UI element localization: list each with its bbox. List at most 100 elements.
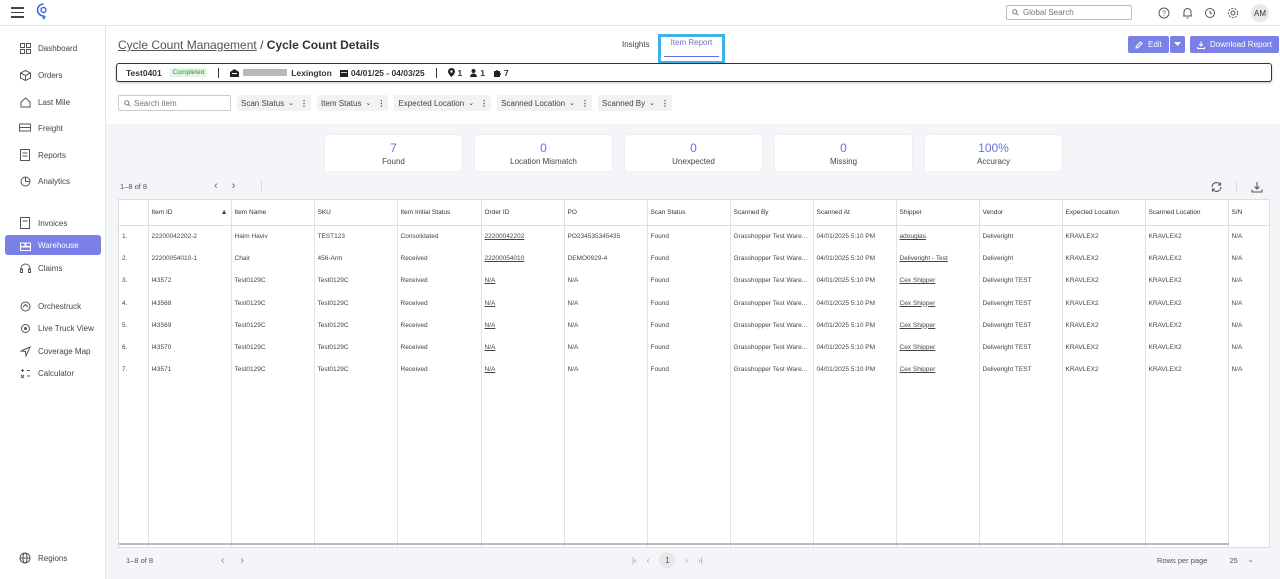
column-header[interactable]: Scanned At (813, 200, 897, 226)
sidebar-item-orchestruck[interactable]: Orchestruck (5, 296, 101, 316)
column-header[interactable]: Item Initial Status (397, 200, 482, 226)
menu-icon[interactable] (11, 7, 24, 18)
help-icon[interactable]: ? (1157, 6, 1171, 20)
history-icon[interactable] (1203, 6, 1217, 20)
table-row[interactable]: 5. I43569 Test0129C Test0129C Received N/A N/A… (119, 314, 1269, 337)
table-cell[interactable]: Deliveright - Test (896, 247, 980, 270)
more-vert-icon[interactable]: ⋮ (661, 99, 669, 108)
sidebar-item-regions[interactable]: Regions (5, 548, 101, 568)
chevron-right-icon[interactable]: › (232, 180, 236, 192)
table-row[interactable]: 4. I43568 Test0129C Test0129C Received N/A N/A… (119, 291, 1269, 315)
search-item-input[interactable] (134, 98, 224, 108)
column-header[interactable]: S/N (1228, 200, 1269, 226)
table-cell: Found (647, 247, 731, 270)
edit-button[interactable]: Edit (1128, 36, 1169, 53)
chevron-down-icon[interactable]: ⌄ (1248, 556, 1254, 564)
column-header[interactable]: Scanned By (730, 200, 814, 226)
table-cell[interactable]: N/A (481, 291, 565, 315)
sidebar-item-calculator[interactable]: Calculator (5, 363, 101, 383)
more-vert-icon[interactable]: ⋮ (480, 99, 488, 108)
table-cell: KRAVLEX2 (1062, 336, 1146, 359)
column-header[interactable]: Order ID (481, 200, 565, 226)
last-page-icon[interactable]: ›| (698, 556, 703, 565)
global-search-input[interactable] (1023, 8, 1123, 17)
more-vert-icon[interactable]: ⋮ (300, 99, 308, 108)
table-cell[interactable]: Cex Shipper (896, 314, 980, 337)
bell-icon[interactable] (1180, 6, 1194, 20)
sidebar-item-freight[interactable]: Freight (5, 118, 101, 138)
sidebar-item-dashboard[interactable]: Dashboard (5, 38, 101, 58)
column-header[interactable]: Scan Status (647, 200, 731, 226)
table-cell[interactable]: Cex Shipper (896, 336, 980, 359)
global-search[interactable] (1006, 5, 1132, 20)
edit-dropdown-button[interactable] (1169, 36, 1185, 53)
sidebar-item-last-mile[interactable]: Last Mile (5, 92, 101, 112)
breadcrumb-link-cycle-count-management[interactable]: Cycle Count Management (118, 38, 257, 52)
first-page-icon[interactable]: |‹ (632, 556, 637, 565)
table-cell[interactable]: Cex Shipper (896, 291, 980, 315)
target-icon (19, 322, 31, 334)
more-vert-icon[interactable]: ⋮ (581, 99, 589, 108)
table-row[interactable]: 6. I43570 Test0129C Test0129C Received N/A N/A… (119, 336, 1269, 359)
filter-scanned-location[interactable]: Scanned Location ⌄ ⋮ (497, 95, 592, 111)
sidebar-item-claims[interactable]: Claims (5, 258, 101, 278)
sidebar-item-invoices[interactable]: Invoices (5, 213, 101, 233)
sidebar-item-coverage-map[interactable]: Coverage Map (5, 341, 101, 361)
filter-item-status[interactable]: Item Status ⌄ ⋮ (317, 95, 389, 111)
filter-scan-status[interactable]: Scan Status ⌄ ⋮ (237, 95, 312, 111)
filter-scanned-by[interactable]: Scanned By ⌄ ⋮ (598, 95, 673, 111)
table-cell[interactable]: 22200054010 (481, 247, 565, 270)
table-cell: KRAVLEX2 (1062, 291, 1146, 315)
next-page-icon[interactable]: › (685, 556, 688, 565)
sort-arrow-icon[interactable]: ▲ (221, 209, 228, 216)
chevron-left-icon[interactable]: ‹ (221, 555, 224, 566)
download-report-button[interactable]: Download Report (1190, 36, 1279, 53)
column-header[interactable]: Expected Location (1062, 200, 1146, 226)
table-cell[interactable]: N/A (481, 314, 565, 337)
column-header[interactable]: Item Name (231, 200, 315, 226)
logo[interactable] (36, 3, 51, 20)
table-cell: Found (647, 225, 731, 248)
column-header[interactable]: Scanned Location (1145, 200, 1229, 226)
table-row[interactable]: 2. 22200054010-1 Chair 456-Arm Received 22200… (119, 247, 1269, 270)
breadcrumb: Cycle Count Management / Cycle Count Det… (118, 38, 379, 52)
sidebar-item-live-truck-view[interactable]: Live Truck View (5, 318, 101, 338)
download-icon[interactable] (1251, 181, 1263, 193)
column-header[interactable]: SKU (314, 200, 398, 226)
table-cell: KRAVLEX2 (1062, 269, 1146, 292)
horizontal-scrollbar[interactable] (119, 543, 1229, 545)
table-cell[interactable]: adouglas (896, 225, 980, 248)
sidebar-item-analytics[interactable]: Analytics (5, 171, 101, 191)
table-cell[interactable]: Cex Shipper (896, 269, 980, 292)
column-header[interactable]: Vendor (979, 200, 1063, 226)
refresh-icon[interactable] (1210, 181, 1223, 193)
more-vert-icon[interactable]: ⋮ (377, 99, 385, 108)
gear-icon[interactable] (1226, 6, 1240, 20)
table-cell[interactable]: Cex Shipper (896, 358, 980, 382)
chevron-left-icon[interactable]: ‹ (214, 180, 218, 192)
sidebar-item-orders[interactable]: Orders (5, 65, 101, 85)
page-number-button[interactable]: 1 (659, 552, 676, 568)
avatar[interactable]: AM (1251, 4, 1269, 22)
column-header-item-id[interactable]: Item ID ▲ (148, 200, 232, 226)
column-header[interactable]: PO (564, 200, 648, 226)
table-row[interactable]: 1. 22200042202-2 Haim Haviv TEST123 Consolid… (119, 225, 1269, 248)
chevron-right-icon[interactable]: › (240, 555, 243, 566)
rows-per-page-select[interactable]: 25 (1229, 556, 1237, 565)
table-row[interactable]: 3. I43572 Test0129C Test0129C Received N/A N/A… (119, 269, 1269, 292)
sidebar-item-reports[interactable]: Reports (5, 145, 101, 165)
prev-page-icon[interactable]: ‹ (647, 556, 650, 565)
edit-button-group: Edit (1128, 36, 1185, 53)
filter-expected-location[interactable]: Expected Location ⌄ ⋮ (394, 95, 492, 111)
tab-item-report[interactable]: Item Report (657, 34, 726, 64)
tab-insights[interactable]: Insights (614, 40, 658, 56)
table-cell[interactable]: N/A (481, 358, 565, 382)
table-cell[interactable]: N/A (481, 269, 565, 292)
search-item-box[interactable] (118, 95, 231, 111)
table-cell[interactable]: 22200042202 (481, 225, 565, 248)
table-row[interactable]: 7. I43571 Test0129C Test0129C Received N/A N/A… (119, 358, 1269, 382)
column-header[interactable]: Shipper (896, 200, 980, 226)
table-cell: N/A (564, 336, 648, 359)
table-cell[interactable]: N/A (481, 336, 565, 359)
sidebar-item-warehouse[interactable]: Warehouse (5, 235, 101, 255)
